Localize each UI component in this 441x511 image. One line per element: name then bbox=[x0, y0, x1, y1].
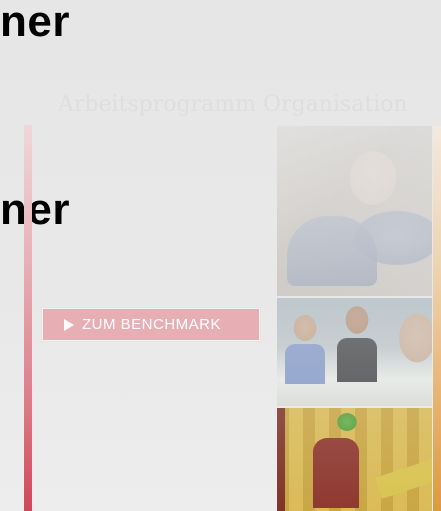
overlay-text-top: ner bbox=[0, 0, 70, 46]
person-on-phone-photo bbox=[277, 126, 432, 296]
benchmark-button-label: ZUM BENCHMARK bbox=[82, 316, 222, 333]
accent-bar-right bbox=[433, 126, 441, 511]
overlay-text-middle: ner bbox=[0, 185, 70, 234]
photo-column bbox=[277, 126, 432, 511]
accent-bar-left bbox=[24, 125, 32, 511]
factory-worker-photo bbox=[277, 408, 432, 511]
play-triangle-icon bbox=[64, 318, 74, 331]
benchmark-button[interactable]: ZUM BENCHMARK bbox=[41, 307, 261, 342]
office-team-photo bbox=[277, 298, 432, 406]
page-title: Arbeitsprogramm Organisation bbox=[58, 92, 408, 117]
